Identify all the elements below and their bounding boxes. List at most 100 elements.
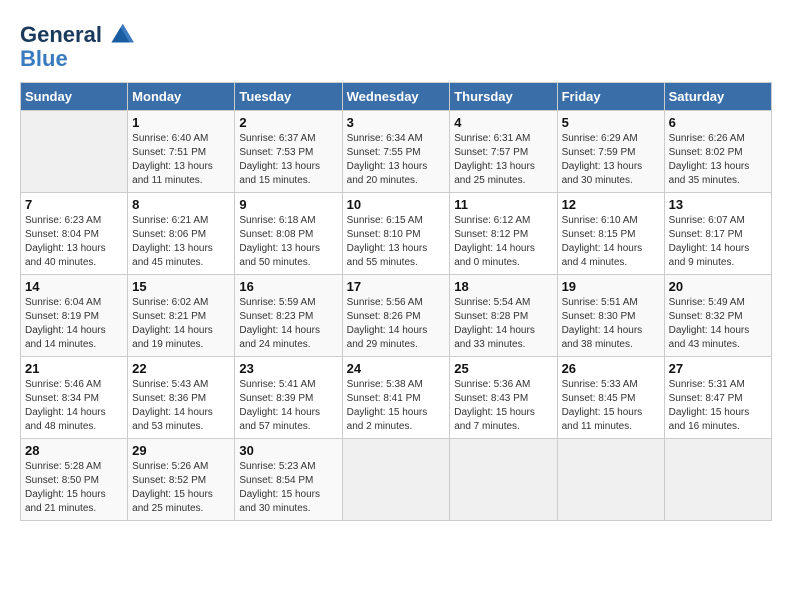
calendar-cell: 28 Sunrise: 5:28 AMSunset: 8:50 PMDayligh… (21, 439, 128, 521)
day-info: Sunrise: 5:51 AMSunset: 8:30 PMDaylight:… (562, 296, 660, 352)
day-number: 10 (347, 197, 446, 212)
column-header-wednesday: Wednesday (342, 83, 450, 111)
day-number: 29 (132, 443, 230, 458)
day-info: Sunrise: 5:28 AMSunset: 8:50 PMDaylight:… (25, 460, 123, 516)
day-info: Sunrise: 5:23 AMSunset: 8:54 PMDaylight:… (239, 460, 337, 516)
calendar-cell: 17 Sunrise: 5:56 AMSunset: 8:26 PMDayligh… (342, 275, 450, 357)
day-number: 9 (239, 197, 337, 212)
day-info: Sunrise: 6:23 AMSunset: 8:04 PMDaylight:… (25, 214, 123, 270)
day-info: Sunrise: 5:26 AMSunset: 8:52 PMDaylight:… (132, 460, 230, 516)
day-info: Sunrise: 6:29 AMSunset: 7:59 PMDaylight:… (562, 132, 660, 188)
calendar-cell: 25 Sunrise: 5:36 AMSunset: 8:43 PMDayligh… (450, 357, 557, 439)
day-number: 8 (132, 197, 230, 212)
day-number: 13 (669, 197, 767, 212)
calendar-cell (342, 439, 450, 521)
calendar-table: SundayMondayTuesdayWednesdayThursdayFrid… (20, 82, 772, 521)
day-info: Sunrise: 6:21 AMSunset: 8:06 PMDaylight:… (132, 214, 230, 270)
calendar-cell: 3 Sunrise: 6:34 AMSunset: 7:55 PMDaylight… (342, 111, 450, 193)
day-info: Sunrise: 5:36 AMSunset: 8:43 PMDaylight:… (454, 378, 552, 434)
day-info: Sunrise: 6:02 AMSunset: 8:21 PMDaylight:… (132, 296, 230, 352)
day-info: Sunrise: 6:26 AMSunset: 8:02 PMDaylight:… (669, 132, 767, 188)
day-number: 15 (132, 279, 230, 294)
day-number: 23 (239, 361, 337, 376)
logo-general: General (20, 22, 102, 47)
day-info: Sunrise: 5:56 AMSunset: 8:26 PMDaylight:… (347, 296, 446, 352)
day-number: 14 (25, 279, 123, 294)
calendar-week-row: 21 Sunrise: 5:46 AMSunset: 8:34 PMDayligh… (21, 357, 772, 439)
column-header-saturday: Saturday (664, 83, 771, 111)
day-number: 27 (669, 361, 767, 376)
calendar-week-row: 28 Sunrise: 5:28 AMSunset: 8:50 PMDayligh… (21, 439, 772, 521)
calendar-cell: 12Sunrise: 6:10 AMSunset: 8:15 PMDayligh… (557, 193, 664, 275)
logo: General Blue (20, 20, 134, 72)
day-info: Sunrise: 6:07 AMSunset: 8:17 PMDaylight:… (669, 214, 767, 270)
calendar-cell: 9 Sunrise: 6:18 AMSunset: 8:08 PMDaylight… (235, 193, 342, 275)
day-number: 30 (239, 443, 337, 458)
day-info: Sunrise: 6:34 AMSunset: 7:55 PMDaylight:… (347, 132, 446, 188)
calendar-cell: 21 Sunrise: 5:46 AMSunset: 8:34 PMDayligh… (21, 357, 128, 439)
day-number: 17 (347, 279, 446, 294)
day-number: 24 (347, 361, 446, 376)
day-number: 25 (454, 361, 552, 376)
calendar-cell: 14Sunrise: 6:04 AMSunset: 8:19 PMDayligh… (21, 275, 128, 357)
day-number: 28 (25, 443, 123, 458)
day-number: 26 (562, 361, 660, 376)
calendar-cell: 6 Sunrise: 6:26 AMSunset: 8:02 PMDaylight… (664, 111, 771, 193)
day-number: 21 (25, 361, 123, 376)
day-info: Sunrise: 6:18 AMSunset: 8:08 PMDaylight:… (239, 214, 337, 270)
calendar-cell: 11Sunrise: 6:12 AMSunset: 8:12 PMDayligh… (450, 193, 557, 275)
calendar-cell: 24 Sunrise: 5:38 AMSunset: 8:41 PMDayligh… (342, 357, 450, 439)
day-info: Sunrise: 6:37 AMSunset: 7:53 PMDaylight:… (239, 132, 337, 188)
calendar-cell: 8 Sunrise: 6:21 AMSunset: 8:06 PMDaylight… (128, 193, 235, 275)
calendar-cell (450, 439, 557, 521)
calendar-cell: 15 Sunrise: 6:02 AMSunset: 8:21 PMDayligh… (128, 275, 235, 357)
day-info: Sunrise: 5:49 AMSunset: 8:32 PMDaylight:… (669, 296, 767, 352)
day-info: Sunrise: 6:40 AMSunset: 7:51 PMDaylight:… (132, 132, 230, 188)
day-number: 4 (454, 115, 552, 130)
day-number: 6 (669, 115, 767, 130)
calendar-cell (664, 439, 771, 521)
calendar-week-row: 1Sunrise: 6:40 AMSunset: 7:51 PMDaylight… (21, 111, 772, 193)
day-info: Sunrise: 5:43 AMSunset: 8:36 PMDaylight:… (132, 378, 230, 434)
column-header-tuesday: Tuesday (235, 83, 342, 111)
day-number: 3 (347, 115, 446, 130)
day-info: Sunrise: 5:59 AMSunset: 8:23 PMDaylight:… (239, 296, 337, 352)
calendar-header-row: SundayMondayTuesdayWednesdayThursdayFrid… (21, 83, 772, 111)
calendar-cell: 30 Sunrise: 5:23 AMSunset: 8:54 PMDayligh… (235, 439, 342, 521)
day-number: 20 (669, 279, 767, 294)
day-info: Sunrise: 5:41 AMSunset: 8:39 PMDaylight:… (239, 378, 337, 434)
logo-icon (104, 20, 134, 50)
column-header-thursday: Thursday (450, 83, 557, 111)
day-number: 2 (239, 115, 337, 130)
day-number: 18 (454, 279, 552, 294)
calendar-cell: 29 Sunrise: 5:26 AMSunset: 8:52 PMDayligh… (128, 439, 235, 521)
calendar-cell (557, 439, 664, 521)
calendar-cell: 1Sunrise: 6:40 AMSunset: 7:51 PMDaylight… (128, 111, 235, 193)
day-info: Sunrise: 6:15 AMSunset: 8:10 PMDaylight:… (347, 214, 446, 270)
calendar-cell: 7Sunrise: 6:23 AMSunset: 8:04 PMDaylight… (21, 193, 128, 275)
day-info: Sunrise: 6:31 AMSunset: 7:57 PMDaylight:… (454, 132, 552, 188)
calendar-cell: 18 Sunrise: 5:54 AMSunset: 8:28 PMDayligh… (450, 275, 557, 357)
logo-text: General (20, 23, 102, 47)
page-header: General Blue (20, 20, 772, 72)
column-header-monday: Monday (128, 83, 235, 111)
calendar-cell: 4 Sunrise: 6:31 AMSunset: 7:57 PMDaylight… (450, 111, 557, 193)
calendar-week-row: 7Sunrise: 6:23 AMSunset: 8:04 PMDaylight… (21, 193, 772, 275)
calendar-cell: 2 Sunrise: 6:37 AMSunset: 7:53 PMDaylight… (235, 111, 342, 193)
calendar-cell: 23 Sunrise: 5:41 AMSunset: 8:39 PMDayligh… (235, 357, 342, 439)
calendar-cell: 5 Sunrise: 6:29 AMSunset: 7:59 PMDaylight… (557, 111, 664, 193)
calendar-cell: 10 Sunrise: 6:15 AMSunset: 8:10 PMDayligh… (342, 193, 450, 275)
day-number: 5 (562, 115, 660, 130)
day-info: Sunrise: 5:38 AMSunset: 8:41 PMDaylight:… (347, 378, 446, 434)
calendar-cell: 27Sunrise: 5:31 AMSunset: 8:47 PMDayligh… (664, 357, 771, 439)
calendar-cell: 22Sunrise: 5:43 AMSunset: 8:36 PMDayligh… (128, 357, 235, 439)
day-info: Sunrise: 6:12 AMSunset: 8:12 PMDaylight:… (454, 214, 552, 270)
calendar-cell: 20 Sunrise: 5:49 AMSunset: 8:32 PMDayligh… (664, 275, 771, 357)
day-info: Sunrise: 5:54 AMSunset: 8:28 PMDaylight:… (454, 296, 552, 352)
column-header-sunday: Sunday (21, 83, 128, 111)
day-number: 16 (239, 279, 337, 294)
calendar-cell (21, 111, 128, 193)
day-info: Sunrise: 5:33 AMSunset: 8:45 PMDaylight:… (562, 378, 660, 434)
day-info: Sunrise: 5:46 AMSunset: 8:34 PMDaylight:… (25, 378, 123, 434)
calendar-cell: 19Sunrise: 5:51 AMSunset: 8:30 PMDayligh… (557, 275, 664, 357)
